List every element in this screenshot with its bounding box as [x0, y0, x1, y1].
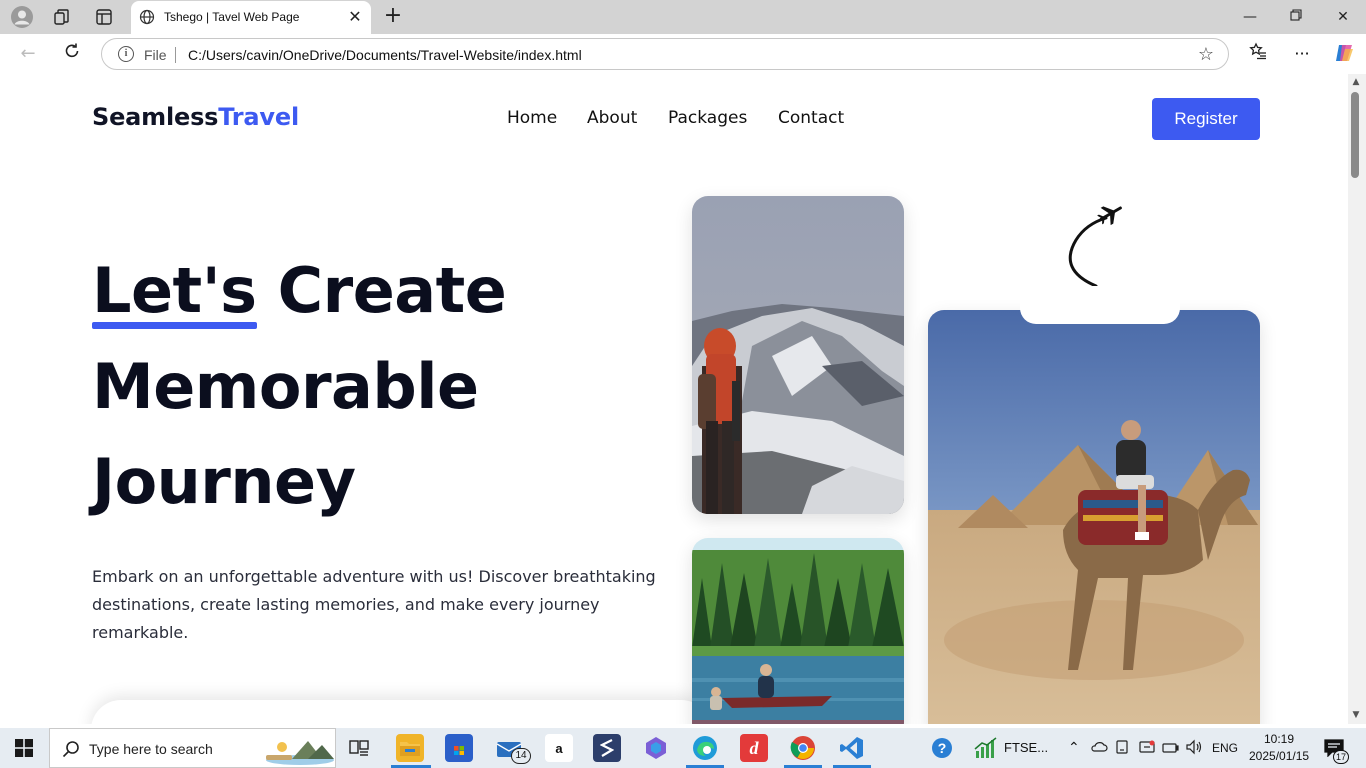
- chrome-browser-icon[interactable]: [789, 734, 817, 762]
- nav-home[interactable]: Home: [507, 108, 557, 128]
- logo-primary-text: Seamless: [92, 103, 219, 131]
- close-window-icon[interactable]: ✕: [1333, 8, 1353, 26]
- url-divider: [175, 47, 176, 63]
- lake-kayak-photo: [692, 538, 904, 724]
- tab-title: Tshego | Tavel Web Page: [164, 10, 300, 24]
- hero-line-1-rest: Create: [256, 254, 507, 327]
- clock-date[interactable]: 2025/01/15: [1249, 749, 1309, 763]
- site-logo[interactable]: SeamlessTravel: [92, 103, 299, 131]
- tray-overflow-chevron-icon[interactable]: ⌃: [1068, 739, 1080, 756]
- plane-badge-card: [1020, 192, 1180, 324]
- url-scheme-label: File: [144, 47, 167, 63]
- svg-text:?: ?: [938, 740, 947, 756]
- workspaces-icon[interactable]: [50, 5, 74, 29]
- mail-badge: 14: [511, 748, 531, 764]
- edge-browser-icon[interactable]: [691, 734, 719, 762]
- network-cloud-icon[interactable]: [1090, 739, 1108, 759]
- task-view-icon[interactable]: [349, 738, 369, 762]
- windows-start-icon[interactable]: [15, 739, 33, 761]
- nav-about[interactable]: About: [587, 108, 637, 128]
- notification-count-badge: 17: [1333, 750, 1349, 764]
- address-bar-row: ← i File C:/Users/cavin/OneDrive/Documen…: [0, 34, 1366, 74]
- logo-accent-text: Travel: [218, 103, 299, 131]
- nav-contact[interactable]: Contact: [778, 108, 844, 128]
- battery-icon[interactable]: [1162, 740, 1180, 759]
- search-placeholder: Type here to search: [89, 741, 213, 757]
- url-text[interactable]: C:/Users/cavin/OneDrive/Documents/Travel…: [188, 47, 582, 63]
- clock-time[interactable]: 10:19: [1264, 732, 1294, 746]
- minimize-icon[interactable]: —: [1240, 8, 1260, 26]
- airplane-trail-icon: [1068, 200, 1134, 290]
- volume-icon[interactable]: [1185, 739, 1203, 759]
- more-options-icon[interactable]: ···: [1290, 42, 1314, 66]
- hero-heading-line-2: Memorable: [92, 350, 479, 423]
- stock-ticker-text[interactable]: FTSE...: [1004, 740, 1048, 755]
- new-tab-icon[interactable]: +: [382, 5, 404, 27]
- mountain-hiker-photo: [692, 196, 904, 514]
- microsoft-store-icon[interactable]: [445, 734, 473, 762]
- scrollbar-thumb[interactable]: [1351, 92, 1359, 178]
- scroll-up-arrow-icon[interactable]: ▲: [1350, 77, 1362, 87]
- hero-underlined-word: Let's: [92, 254, 257, 329]
- sync-icon[interactable]: [1138, 739, 1156, 759]
- info-icon[interactable]: i: [118, 46, 134, 62]
- help-icon[interactable]: ?: [929, 734, 957, 762]
- active-tab[interactable]: Tshego | Tavel Web Page ✕: [131, 1, 371, 34]
- sublime-app-icon[interactable]: [593, 734, 621, 762]
- page-scrollbar[interactable]: ▲ ▼: [1348, 74, 1366, 724]
- booking-search-card: [91, 700, 711, 724]
- copilot-app-icon[interactable]: [642, 734, 670, 762]
- hero-heading-line-3: Journey: [92, 445, 356, 518]
- back-icon[interactable]: ←: [16, 42, 40, 66]
- favorite-star-icon[interactable]: ☆: [1198, 44, 1214, 65]
- windows-taskbar: Type here to search 14 a d ? FTSE... ⌃ E…: [0, 728, 1366, 768]
- page-viewport: SeamlessTravel Home About Packages Conta…: [4, 74, 1348, 724]
- search-highlight-illustration-icon: [264, 735, 336, 768]
- globe-icon: [139, 9, 155, 29]
- pyramids-camel-photo: [928, 310, 1260, 724]
- stock-chart-icon[interactable]: [972, 734, 1000, 762]
- vertical-tabs-icon[interactable]: [92, 5, 116, 29]
- register-button[interactable]: Register: [1152, 98, 1260, 140]
- scroll-down-arrow-icon[interactable]: ▼: [1350, 710, 1362, 720]
- favorites-icon[interactable]: [1246, 42, 1270, 66]
- hero-description: Embark on an unforgettable adventure wit…: [92, 567, 656, 642]
- browser-tab-bar: Tshego | Tavel Web Page ✕ + — ✕: [0, 0, 1366, 34]
- search-icon: [62, 740, 80, 762]
- copilot-icon[interactable]: [1332, 42, 1356, 66]
- url-box[interactable]: i File C:/Users/cavin/OneDrive/Documents…: [101, 38, 1229, 70]
- refresh-icon[interactable]: [60, 42, 84, 66]
- profile-icon[interactable]: [10, 5, 34, 29]
- file-explorer-icon[interactable]: [396, 734, 424, 762]
- taskbar-search-box[interactable]: Type here to search: [49, 728, 336, 768]
- deezer-app-icon[interactable]: d: [740, 734, 768, 762]
- close-tab-icon[interactable]: ✕: [347, 9, 363, 25]
- vscode-icon[interactable]: [838, 734, 866, 762]
- language-indicator[interactable]: ENG: [1212, 741, 1238, 755]
- amazon-icon[interactable]: a: [545, 734, 573, 762]
- device-icon[interactable]: [1114, 739, 1130, 759]
- hero-heading-line-1: Let's Create: [92, 254, 507, 329]
- nav-packages[interactable]: Packages: [668, 108, 747, 128]
- restore-icon[interactable]: [1286, 8, 1306, 26]
